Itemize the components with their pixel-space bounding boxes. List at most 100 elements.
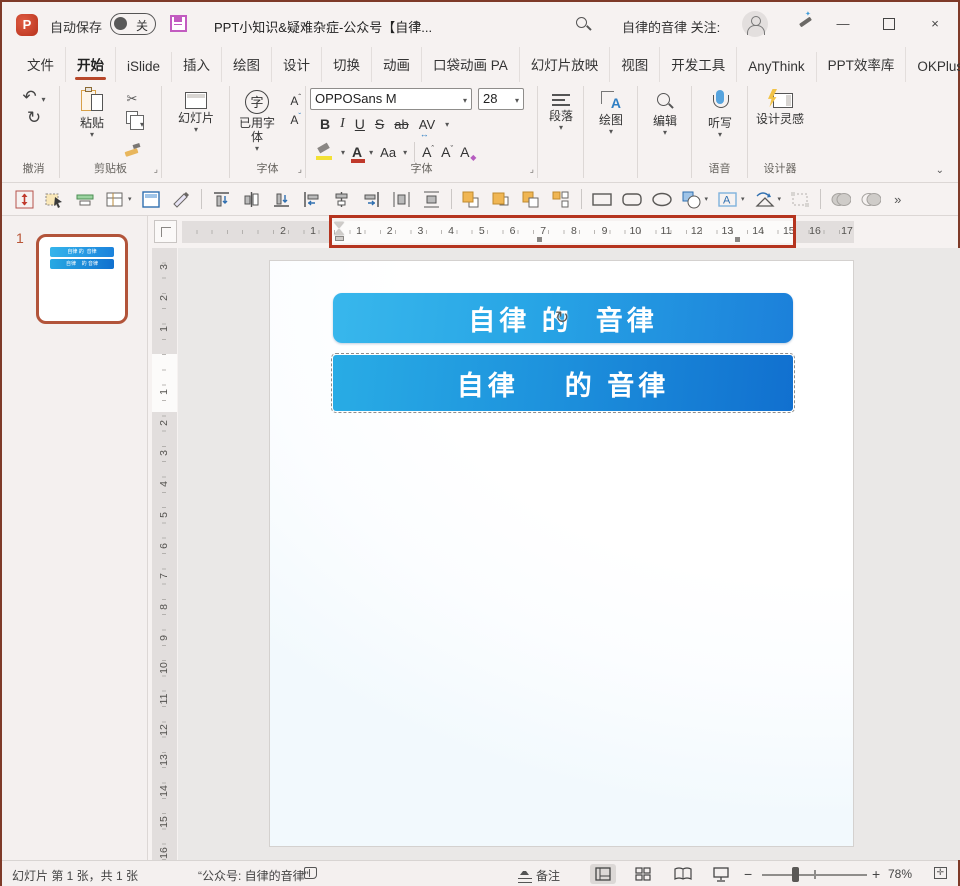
font-size-combobox[interactable]: 28▾: [478, 88, 524, 110]
design-ideas-button[interactable]: 设计灵感: [748, 88, 812, 126]
paragraph-button[interactable]: 段落 ▾: [538, 88, 584, 132]
slide-thumbnail[interactable]: 自律 的 音律 自律 的 音律: [36, 234, 128, 324]
slide-canvas[interactable]: 自律 的 音律 ↻ 自律 的 音律: [269, 260, 854, 847]
tab-developer[interactable]: 开发工具: [660, 47, 737, 82]
editing-button[interactable]: 编辑 ▾: [638, 88, 692, 137]
bring-to-front-icon[interactable]: [491, 189, 512, 210]
bold-button[interactable]: B: [320, 116, 330, 132]
toolbar-overflow-icon[interactable]: »: [894, 192, 901, 207]
rectangle-shape-icon[interactable]: [591, 189, 612, 210]
align-bottom-icon[interactable]: [271, 189, 292, 210]
character-spacing-button[interactable]: AV: [419, 117, 435, 132]
editor-canvas[interactable]: 自律 的 音律 ↻ 自律 的 音律: [178, 248, 960, 860]
ruler-origin-icon[interactable]: [154, 220, 177, 243]
clipboard-dialog-launcher[interactable]: ⌟: [154, 164, 158, 175]
used-font-dialog-launcher[interactable]: ⌟: [298, 164, 302, 175]
dictate-button[interactable]: 听写 ▾: [692, 88, 748, 139]
zoom-out-button[interactable]: −: [744, 866, 752, 882]
normal-view-button[interactable]: [590, 864, 616, 884]
tab-draw[interactable]: 绘图: [222, 47, 272, 82]
tab-pocket-animation[interactable]: 口袋动画 PA: [422, 47, 520, 82]
tab-anythink[interactable]: AnyThink: [737, 52, 816, 82]
tab-transitions[interactable]: 切换: [322, 47, 372, 82]
slide-sorter-view-button[interactable]: [630, 864, 656, 884]
table-box-icon[interactable]: [104, 189, 125, 210]
layout-icon[interactable]: [141, 189, 162, 210]
tab-stop-marker[interactable]: [735, 237, 740, 242]
tab-animations[interactable]: 动画: [372, 47, 422, 82]
notes-button[interactable]: 备注: [536, 867, 560, 884]
merge-shapes-union-icon[interactable]: [830, 189, 851, 210]
zoom-slider-thumb[interactable]: [792, 867, 799, 882]
tab-stop-marker[interactable]: [537, 237, 542, 242]
paste-button[interactable]: 粘贴 ▾: [70, 88, 114, 139]
distribute-icon[interactable]: [74, 189, 95, 210]
italic-button[interactable]: I: [340, 116, 345, 132]
send-to-back-icon[interactable]: [551, 189, 572, 210]
autosave-toggle[interactable]: 关: [110, 13, 156, 35]
spacing-dropdown-icon[interactable]: ▾: [445, 120, 449, 129]
grow-font-button[interactable]: Aˆ: [290, 90, 301, 109]
cut-icon[interactable]: ✂: [122, 90, 142, 109]
tab-file[interactable]: 文件: [16, 47, 66, 82]
align-middle-icon[interactable]: [241, 189, 262, 210]
rotate-handle-icon[interactable]: ↻: [551, 307, 573, 329]
align-top-icon[interactable]: [211, 189, 232, 210]
distribute-vertical-icon[interactable]: [421, 189, 442, 210]
zoom-percentage[interactable]: 78%: [888, 867, 912, 881]
avatar[interactable]: [742, 11, 768, 37]
bring-forward-icon[interactable]: [461, 189, 482, 210]
tab-slideshow[interactable]: 幻灯片放映: [520, 47, 611, 82]
send-backward-icon[interactable]: [521, 189, 542, 210]
shrink-font-button[interactable]: Aˇ: [290, 109, 301, 128]
collapse-ribbon-icon[interactable]: ⌄: [936, 165, 944, 176]
title-banner-shape-2-selected[interactable]: 自律 的 音律: [333, 355, 793, 411]
change-shape-icon[interactable]: [754, 189, 775, 210]
format-painter-icon[interactable]: [124, 144, 140, 158]
underline-button[interactable]: U: [355, 116, 365, 132]
slideshow-view-button[interactable]: [708, 864, 734, 884]
align-right-icon[interactable]: [361, 189, 382, 210]
spellcheck-icon[interactable]: [304, 867, 317, 879]
font-name-combobox[interactable]: OPPOSans M▾: [310, 88, 472, 110]
increase-font-button[interactable]: Aˆ: [422, 144, 434, 160]
title-dropdown-icon[interactable]: ▾: [414, 18, 419, 29]
drawing-button[interactable]: 绘图 ▾: [584, 88, 638, 136]
undo-icon[interactable]: ↶ ▾: [8, 88, 60, 109]
clear-formatting-button[interactable]: A: [460, 144, 469, 160]
tab-ppt-library[interactable]: PPT效率库: [817, 47, 907, 82]
align-center-icon[interactable]: [331, 189, 352, 210]
strikethrough-button[interactable]: ab: [394, 117, 408, 132]
decrease-font-button[interactable]: Aˇ: [441, 144, 453, 160]
change-case-button[interactable]: Aa: [380, 145, 396, 160]
account-name[interactable]: 自律的音律 关注:: [622, 17, 720, 36]
select-object-icon[interactable]: [44, 189, 65, 210]
text-shadow-button[interactable]: S: [375, 116, 384, 132]
tab-design[interactable]: 设计: [272, 47, 322, 82]
merge-shapes-intersect-icon[interactable]: [860, 189, 881, 210]
new-slide-button[interactable]: 幻灯片 ▾: [162, 88, 230, 134]
indent-marker[interactable]: [334, 222, 345, 242]
tab-insert[interactable]: 插入: [172, 47, 222, 82]
font-dialog-launcher[interactable]: ⌟: [530, 164, 534, 175]
zoom-in-button[interactable]: +: [872, 866, 880, 882]
highlight-color-icon[interactable]: [316, 144, 334, 160]
tab-okplus[interactable]: OKPlus 8.5: [906, 52, 960, 82]
edit-points-icon[interactable]: [790, 189, 811, 210]
distribute-horizontal-icon[interactable]: [391, 189, 412, 210]
redo-icon[interactable]: ↻: [8, 109, 60, 127]
copy-button[interactable]: ▾: [122, 111, 142, 144]
text-box-icon[interactable]: A: [717, 189, 738, 210]
align-left-icon[interactable]: [301, 189, 322, 210]
ellipse-shape-icon[interactable]: [651, 189, 672, 210]
style-brush-icon[interactable]: [171, 189, 192, 210]
tab-home[interactable]: 开始: [66, 47, 116, 82]
reading-view-button[interactable]: [670, 864, 696, 884]
document-title[interactable]: PPT小知识&疑难杂症-公众号【自律...: [214, 17, 432, 36]
object-height-icon[interactable]: [14, 189, 35, 210]
tab-islide[interactable]: iSlide: [116, 52, 172, 82]
save-icon[interactable]: [170, 15, 187, 32]
tab-view[interactable]: 视图: [610, 47, 660, 82]
font-color-button[interactable]: A: [352, 144, 362, 160]
shapes-gallery-icon[interactable]: [681, 189, 702, 210]
